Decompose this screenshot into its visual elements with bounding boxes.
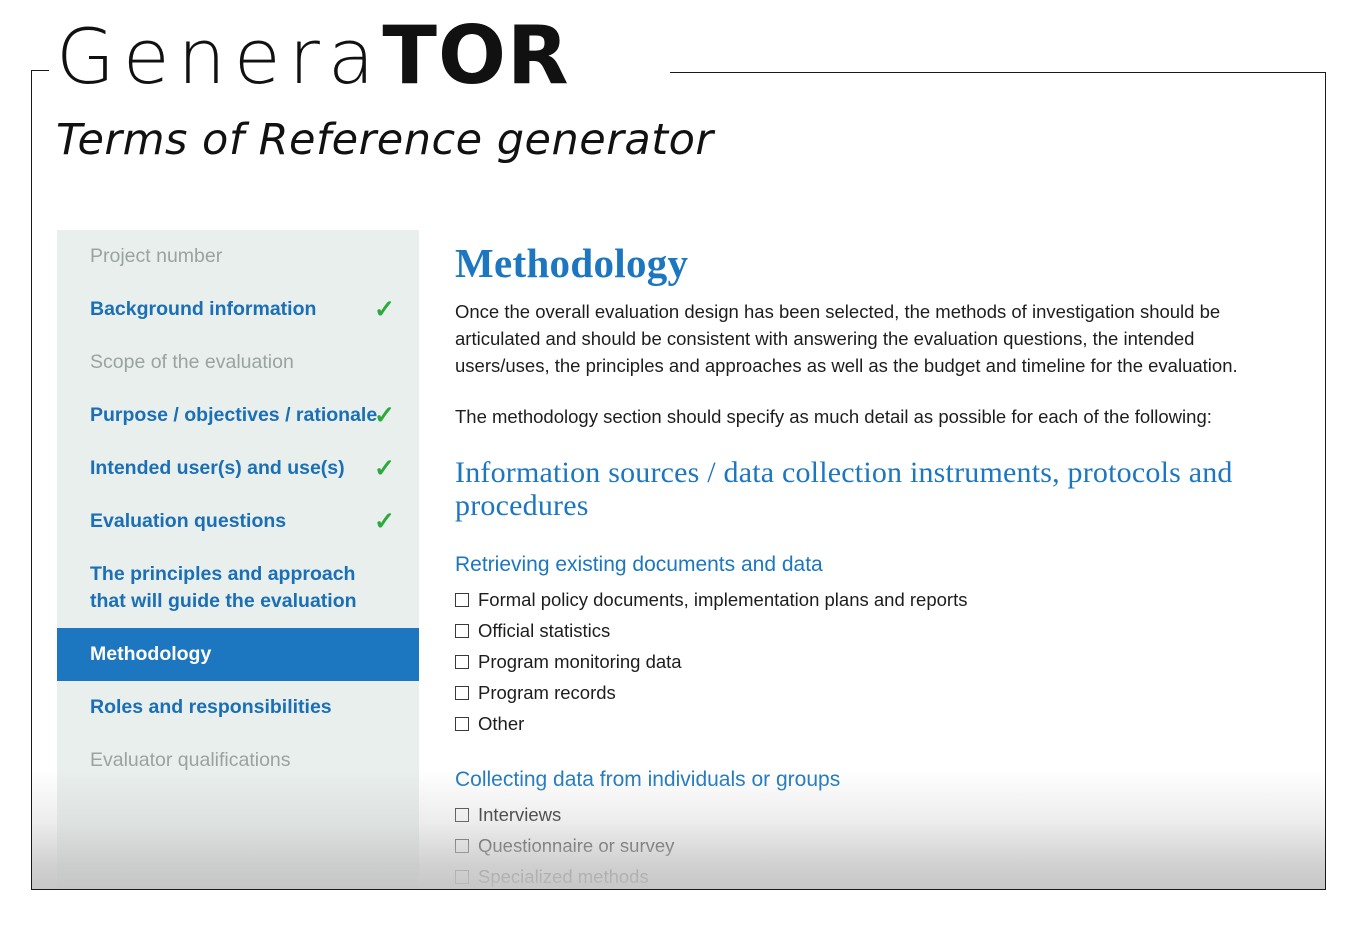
sidebar-item-project-number[interactable]: Project number bbox=[57, 230, 419, 283]
sidebar-item-roles-and-responsibilities[interactable]: Roles and responsibilities bbox=[57, 681, 419, 734]
sidebar-item-label: Project number bbox=[90, 245, 223, 267]
checkbox-list-retrieving-existing-documents-and-data: Formal policy documents, implementation … bbox=[455, 586, 1282, 737]
sidebar-item-label: The principles and approach that will gu… bbox=[90, 563, 357, 612]
checkbox-row[interactable]: Program records bbox=[455, 679, 1282, 706]
logo-word-light: Genera bbox=[56, 12, 383, 101]
checkbox-row[interactable]: Interviews bbox=[455, 801, 1282, 828]
application-page: GeneraTOR Terms of Reference generator P… bbox=[0, 0, 1353, 925]
checkbox-row[interactable]: Other bbox=[455, 710, 1282, 737]
logo-subtitle: Terms of Reference generator bbox=[56, 115, 714, 165]
sidebar-item-label: Scope of the evaluation bbox=[90, 351, 294, 373]
checkbox-label: Other bbox=[478, 713, 525, 734]
checkbox-icon[interactable] bbox=[455, 716, 469, 731]
content-columns: Project number Background information ✓ Sco… bbox=[57, 230, 1310, 889]
checkbox-row[interactable]: Program monitoring data bbox=[455, 648, 1282, 675]
check-icon: ✓ bbox=[374, 295, 395, 323]
checkbox-label: Formal policy documents, implementation … bbox=[478, 589, 968, 610]
subheading-retrieving-existing-documents-and-data: Retrieving existing documents and data bbox=[455, 553, 823, 576]
checkbox-label: Questionnaire or survey bbox=[478, 835, 675, 856]
sidebar-item-purpose-objectives-rationale[interactable]: Purpose / objectives / rationale ✓ bbox=[57, 389, 419, 442]
sidebar-item-label: Roles and responsibilities bbox=[90, 696, 332, 718]
checkbox-icon[interactable] bbox=[455, 838, 469, 853]
sidebar-item-background-information[interactable]: Background information ✓ bbox=[57, 283, 419, 336]
checkbox-label: Specialized methods bbox=[478, 866, 649, 887]
intro-paragraph-2: The methodology section should specify a… bbox=[455, 406, 1212, 427]
checkbox-icon[interactable] bbox=[455, 869, 469, 884]
checkbox-label: Interviews bbox=[478, 804, 562, 825]
app-logo: GeneraTOR Terms of Reference generator bbox=[56, 8, 714, 169]
frame-bottom-border bbox=[31, 889, 1326, 890]
section-navigation-sidebar[interactable]: Project number Background information ✓ Sco… bbox=[57, 230, 419, 889]
frame-left-border bbox=[31, 70, 32, 890]
checkbox-icon[interactable] bbox=[455, 623, 469, 638]
frame-top-border bbox=[670, 72, 1326, 73]
sidebar-item-evaluator-qualifications[interactable]: Evaluator qualifications bbox=[57, 734, 419, 787]
checkbox-icon[interactable] bbox=[455, 807, 469, 822]
sidebar-item-intended-user-s-and-use-s[interactable]: Intended user(s) and use(s) ✓ bbox=[57, 442, 419, 495]
checkbox-row[interactable]: Official statistics bbox=[455, 617, 1282, 644]
checkbox-label: Official statistics bbox=[478, 620, 611, 641]
checkbox-row[interactable]: Specialized methods bbox=[455, 863, 1282, 889]
sidebar-item-label: Evaluator qualifications bbox=[90, 749, 291, 771]
sidebar-item-label: Evaluation questions bbox=[90, 510, 287, 532]
checkbox-row[interactable]: Formal policy documents, implementation … bbox=[455, 586, 1282, 613]
logo-word-bold: TOR bbox=[382, 9, 570, 102]
check-icon: ✓ bbox=[374, 507, 395, 535]
sidebar-item-label: Purpose / objectives / rationale bbox=[90, 404, 378, 426]
check-icon: ✓ bbox=[374, 401, 395, 429]
checkbox-icon[interactable] bbox=[455, 592, 469, 607]
checkbox-groups: Retrieving existing documents and data Fo… bbox=[455, 552, 1282, 889]
frame-left-stub bbox=[31, 70, 49, 71]
check-icon: ✓ bbox=[374, 454, 395, 482]
sidebar-item-label: Methodology bbox=[90, 643, 212, 665]
checkbox-icon[interactable] bbox=[455, 654, 469, 669]
intro-paragraph-1: Once the overall evaluation design has b… bbox=[455, 301, 1238, 376]
sidebar-item-label: Intended user(s) and use(s) bbox=[90, 457, 345, 479]
page-title: Methodology bbox=[455, 240, 689, 286]
main-content-panel: Methodology Once the overall evaluation … bbox=[419, 230, 1310, 889]
checkbox-label: Program monitoring data bbox=[478, 651, 682, 672]
sidebar-item-label: Background information bbox=[90, 298, 317, 320]
sidebar-item-the-principles-and-approach-that-will-gu[interactable]: The principles and approach that will gu… bbox=[57, 548, 419, 628]
checkbox-icon[interactable] bbox=[455, 685, 469, 700]
sidebar-item-scope-of-the-evaluation[interactable]: Scope of the evaluation bbox=[57, 336, 419, 389]
sidebar-item-methodology[interactable]: Methodology bbox=[57, 628, 419, 681]
section-heading-information-sources: Information sources / data collection in… bbox=[455, 456, 1233, 522]
subheading-collecting-data-from-individuals-or-grou: Collecting data from individuals or grou… bbox=[455, 768, 841, 791]
checkbox-list-collecting-data-from-individuals-or-grou: Interviews Questionnaire or survey Special… bbox=[455, 801, 1282, 889]
logo-wordmark: GeneraTOR bbox=[56, 8, 696, 105]
checkbox-row[interactable]: Questionnaire or survey bbox=[455, 832, 1282, 859]
sidebar-item-evaluation-questions[interactable]: Evaluation questions ✓ bbox=[57, 495, 419, 548]
frame-right-border bbox=[1325, 72, 1326, 890]
checkbox-label: Program records bbox=[478, 682, 616, 703]
